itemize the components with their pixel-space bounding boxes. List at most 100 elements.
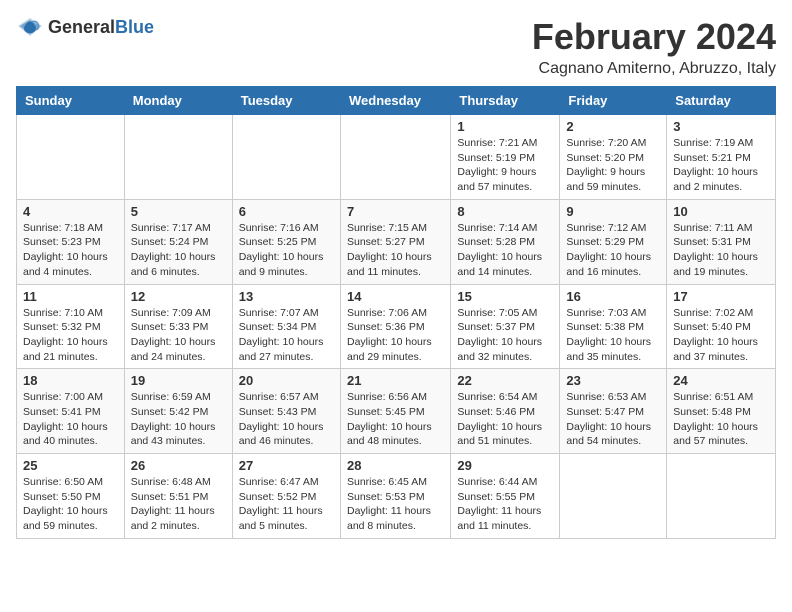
day-info: Sunrise: 6:54 AM Sunset: 5:46 PM Dayligh… <box>457 390 553 449</box>
day-number: 26 <box>131 458 226 473</box>
day-number: 23 <box>566 373 660 388</box>
day-number: 6 <box>239 204 334 219</box>
calendar-cell <box>560 454 667 539</box>
day-info: Sunrise: 7:11 AM Sunset: 5:31 PM Dayligh… <box>673 221 769 280</box>
day-info: Sunrise: 7:15 AM Sunset: 5:27 PM Dayligh… <box>347 221 444 280</box>
day-number: 25 <box>23 458 118 473</box>
day-number: 7 <box>347 204 444 219</box>
calendar-week-row: 4Sunrise: 7:18 AM Sunset: 5:23 PM Daylig… <box>17 199 776 284</box>
logo-general-text: General <box>48 17 115 37</box>
calendar-week-row: 11 Sunrise: 7:10 AM Sunset: 5:32 PM Dayli… <box>17 284 776 369</box>
calendar-cell: 17 Sunrise: 7:02 AM Sunset: 5:40 PM Dayli… <box>667 284 776 369</box>
calendar-cell: 12 Sunrise: 7:09 AM Sunset: 5:33 PM Dayli… <box>124 284 232 369</box>
day-number: 24 <box>673 373 769 388</box>
calendar-cell <box>124 115 232 200</box>
day-number: 10 <box>673 204 769 219</box>
day-info: Sunrise: 7:06 AM Sunset: 5:36 PM Dayligh… <box>347 306 444 365</box>
day-info: Sunrise: 6:57 AM Sunset: 5:43 PM Dayligh… <box>239 390 334 449</box>
calendar-cell: 18 Sunrise: 7:00 AM Sunset: 5:41 PM Dayli… <box>17 369 125 454</box>
day-info: Sunrise: 7:14 AM Sunset: 5:28 PM Dayligh… <box>457 221 553 280</box>
day-number: 2 <box>566 119 660 134</box>
day-number: 28 <box>347 458 444 473</box>
day-info: Sunrise: 6:59 AM Sunset: 5:42 PM Dayligh… <box>131 390 226 449</box>
day-info: Sunrise: 6:45 AM Sunset: 5:53 PM Dayligh… <box>347 475 444 534</box>
day-info: Sunrise: 7:02 AM Sunset: 5:40 PM Dayligh… <box>673 306 769 365</box>
header-friday: Friday <box>560 87 667 115</box>
calendar-cell: 6Sunrise: 7:16 AM Sunset: 5:25 PM Daylig… <box>232 199 340 284</box>
logo-blue-text: Blue <box>115 17 154 37</box>
day-number: 20 <box>239 373 334 388</box>
calendar-cell: 15 Sunrise: 7:05 AM Sunset: 5:37 PM Dayli… <box>451 284 560 369</box>
day-number: 14 <box>347 289 444 304</box>
header-thursday: Thursday <box>451 87 560 115</box>
calendar-cell: 4Sunrise: 7:18 AM Sunset: 5:23 PM Daylig… <box>17 199 125 284</box>
day-info: Sunrise: 6:44 AM Sunset: 5:55 PM Dayligh… <box>457 475 553 534</box>
day-number: 16 <box>566 289 660 304</box>
day-info: Sunrise: 7:05 AM Sunset: 5:37 PM Dayligh… <box>457 306 553 365</box>
calendar-cell <box>17 115 125 200</box>
calendar-header-row: Sunday Monday Tuesday Wednesday Thursday… <box>17 87 776 115</box>
day-number: 27 <box>239 458 334 473</box>
day-info: Sunrise: 7:17 AM Sunset: 5:24 PM Dayligh… <box>131 221 226 280</box>
day-number: 8 <box>457 204 553 219</box>
calendar-cell: 5 Sunrise: 7:17 AM Sunset: 5:24 PM Daylig… <box>124 199 232 284</box>
calendar-table: Sunday Monday Tuesday Wednesday Thursday… <box>16 86 776 539</box>
calendar-week-row: 1 Sunrise: 7:21 AM Sunset: 5:19 PM Daylig… <box>17 115 776 200</box>
day-info: Sunrise: 7:07 AM Sunset: 5:34 PM Dayligh… <box>239 306 334 365</box>
calendar-cell: 13 Sunrise: 7:07 AM Sunset: 5:34 PM Dayli… <box>232 284 340 369</box>
day-info: Sunrise: 7:03 AM Sunset: 5:38 PM Dayligh… <box>566 306 660 365</box>
day-info: Sunrise: 7:21 AM Sunset: 5:19 PM Dayligh… <box>457 136 553 195</box>
calendar-cell: 22 Sunrise: 6:54 AM Sunset: 5:46 PM Dayli… <box>451 369 560 454</box>
header-wednesday: Wednesday <box>340 87 450 115</box>
calendar-cell: 14 Sunrise: 7:06 AM Sunset: 5:36 PM Dayli… <box>340 284 450 369</box>
calendar-cell: 27 Sunrise: 6:47 AM Sunset: 5:52 PM Dayli… <box>232 454 340 539</box>
header-tuesday: Tuesday <box>232 87 340 115</box>
day-info: Sunrise: 6:48 AM Sunset: 5:51 PM Dayligh… <box>131 475 226 534</box>
day-info: Sunrise: 6:47 AM Sunset: 5:52 PM Dayligh… <box>239 475 334 534</box>
calendar-cell: 7 Sunrise: 7:15 AM Sunset: 5:27 PM Daylig… <box>340 199 450 284</box>
day-info: Sunrise: 6:56 AM Sunset: 5:45 PM Dayligh… <box>347 390 444 449</box>
day-info: Sunrise: 7:19 AM Sunset: 5:21 PM Dayligh… <box>673 136 769 195</box>
calendar-cell: 23 Sunrise: 6:53 AM Sunset: 5:47 PM Dayli… <box>560 369 667 454</box>
calendar-cell: 25Sunrise: 6:50 AM Sunset: 5:50 PM Dayli… <box>17 454 125 539</box>
header-monday: Monday <box>124 87 232 115</box>
day-info: Sunrise: 7:12 AM Sunset: 5:29 PM Dayligh… <box>566 221 660 280</box>
calendar-cell: 8 Sunrise: 7:14 AM Sunset: 5:28 PM Daylig… <box>451 199 560 284</box>
day-number: 4 <box>23 204 118 219</box>
day-number: 5 <box>131 204 226 219</box>
day-info: Sunrise: 7:00 AM Sunset: 5:41 PM Dayligh… <box>23 390 118 449</box>
calendar-week-row: 18 Sunrise: 7:00 AM Sunset: 5:41 PM Dayli… <box>17 369 776 454</box>
day-number: 21 <box>347 373 444 388</box>
day-number: 9 <box>566 204 660 219</box>
calendar-cell: 9 Sunrise: 7:12 AM Sunset: 5:29 PM Daylig… <box>560 199 667 284</box>
calendar-cell: 16 Sunrise: 7:03 AM Sunset: 5:38 PM Dayli… <box>560 284 667 369</box>
calendar-cell <box>340 115 450 200</box>
day-number: 22 <box>457 373 553 388</box>
day-info: Sunrise: 6:53 AM Sunset: 5:47 PM Dayligh… <box>566 390 660 449</box>
calendar-week-row: 25Sunrise: 6:50 AM Sunset: 5:50 PM Dayli… <box>17 454 776 539</box>
day-info: Sunrise: 7:09 AM Sunset: 5:33 PM Dayligh… <box>131 306 226 365</box>
calendar-cell: 11 Sunrise: 7:10 AM Sunset: 5:32 PM Dayli… <box>17 284 125 369</box>
calendar-cell: 3 Sunrise: 7:19 AM Sunset: 5:21 PM Daylig… <box>667 115 776 200</box>
day-number: 3 <box>673 119 769 134</box>
day-number: 17 <box>673 289 769 304</box>
location-title: Cagnano Amiterno, Abruzzo, Italy <box>532 60 776 78</box>
calendar-cell <box>667 454 776 539</box>
calendar-cell: 28 Sunrise: 6:45 AM Sunset: 5:53 PM Dayli… <box>340 454 450 539</box>
title-section: February 2024 Cagnano Amiterno, Abruzzo,… <box>532 16 776 78</box>
day-info: Sunrise: 7:20 AM Sunset: 5:20 PM Dayligh… <box>566 136 660 195</box>
logo: GeneralBlue <box>16 16 154 38</box>
day-number: 11 <box>23 289 118 304</box>
calendar-cell: 19Sunrise: 6:59 AM Sunset: 5:42 PM Dayli… <box>124 369 232 454</box>
day-number: 15 <box>457 289 553 304</box>
calendar-cell: 21 Sunrise: 6:56 AM Sunset: 5:45 PM Dayli… <box>340 369 450 454</box>
day-number: 1 <box>457 119 553 134</box>
day-number: 13 <box>239 289 334 304</box>
calendar-cell: 29 Sunrise: 6:44 AM Sunset: 5:55 PM Dayli… <box>451 454 560 539</box>
day-number: 12 <box>131 289 226 304</box>
day-number: 18 <box>23 373 118 388</box>
calendar-cell: 10 Sunrise: 7:11 AM Sunset: 5:31 PM Dayli… <box>667 199 776 284</box>
day-number: 29 <box>457 458 553 473</box>
day-info: Sunrise: 7:10 AM Sunset: 5:32 PM Dayligh… <box>23 306 118 365</box>
calendar-cell: 24Sunrise: 6:51 AM Sunset: 5:48 PM Dayli… <box>667 369 776 454</box>
